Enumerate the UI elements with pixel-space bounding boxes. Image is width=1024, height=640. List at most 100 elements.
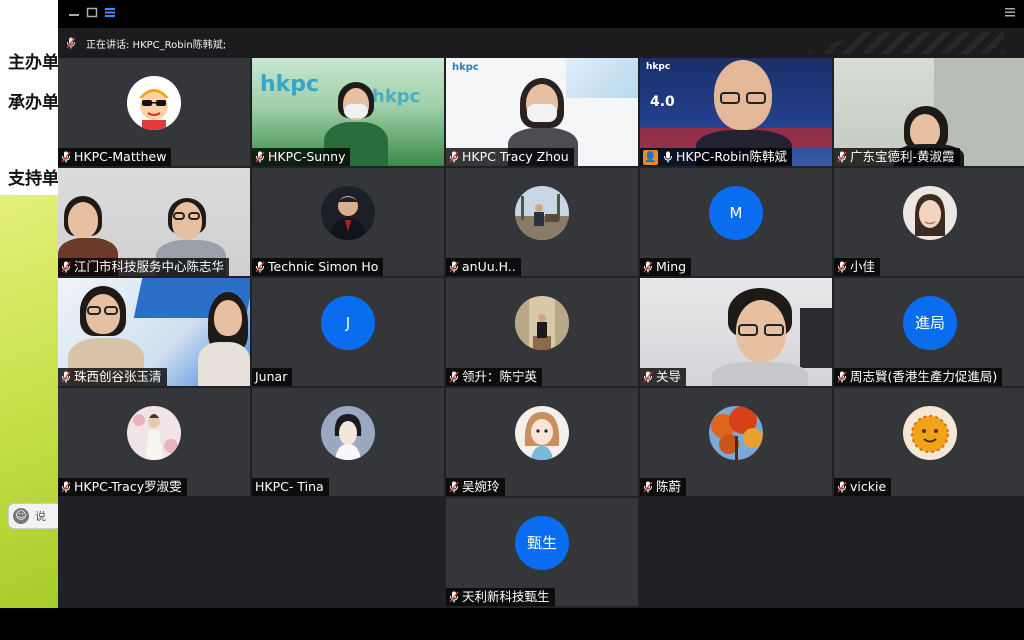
hkpc-logo-text-2: hkpc: [372, 86, 421, 107]
participant-name-tag: anUu.H..: [446, 258, 521, 276]
participant-name-tag: 吴婉玲: [446, 478, 505, 496]
participant-name: 江门市科技服务中心陈志华: [74, 259, 225, 274]
mic-muted-icon: [643, 481, 653, 493]
participant-tile[interactable]: 珠西创谷张玉清: [58, 278, 250, 386]
mic-muted-icon: [449, 371, 459, 383]
participant-tile[interactable]: HKPC- Tina: [252, 388, 444, 496]
participant-name: anUu.H..: [462, 259, 516, 274]
letter-avatar: M: [709, 186, 763, 240]
participant-name: 小佳: [850, 259, 876, 274]
participant-name: vickie: [850, 479, 887, 494]
mic-muted-icon: [449, 591, 459, 603]
participant-name-tag: 小佳: [834, 258, 881, 276]
speaking-mic-icon: [66, 37, 76, 49]
hkpc-logo-text: hkpc: [452, 62, 479, 73]
mic-muted-icon: [61, 371, 71, 383]
layout-icon[interactable]: [102, 6, 118, 22]
participant-tile[interactable]: vickie: [834, 388, 1024, 496]
participant-tile[interactable]: 领升：陈宁英: [446, 278, 638, 386]
mic-muted-icon: [837, 371, 847, 383]
hkpc-logo-text: hkpc: [646, 62, 671, 72]
woman-portrait-avatar: [903, 186, 957, 240]
person-icon: 👤: [643, 149, 658, 165]
industry-text: 4.0: [650, 94, 675, 110]
slide-line-1: 主办单: [8, 53, 59, 73]
participant-name: 陈蔚: [656, 479, 682, 494]
participant-name: HKPC- Tina: [255, 479, 324, 494]
participant-tile[interactable]: 陈蔚: [640, 388, 832, 496]
participant-name: 珠西创谷张玉清: [74, 369, 162, 384]
autumn-tree-avatar: [709, 406, 763, 460]
participant-name: 周志賢(香港生產力促進局): [850, 369, 998, 384]
participant-tile[interactable]: J Junar: [252, 278, 444, 386]
participant-tile[interactable]: 江门市科技服务中心陈志华: [58, 168, 250, 276]
participant-tile[interactable]: hkpc hkpc HKPC-Sunny: [252, 58, 444, 166]
man-suit-avatar: [321, 186, 375, 240]
title-bar: [58, 0, 1024, 28]
mic-muted-icon: [837, 261, 847, 273]
window-icon[interactable]: [84, 6, 100, 22]
participant-name-tag: 周志賢(香港生產力促進局): [834, 368, 1003, 386]
mic-muted-icon: [61, 481, 71, 493]
participant-tile[interactable]: HKPC-Matthew: [58, 58, 250, 166]
speaker-label: 正在讲话: HKPC_Robin陈韩斌;: [86, 39, 227, 51]
menu-icon[interactable]: [1002, 6, 1018, 22]
participant-name: 关导: [656, 369, 682, 384]
mic-muted-icon: [643, 261, 653, 273]
participant-tile[interactable]: 小佳: [834, 168, 1024, 276]
participant-tile[interactable]: 甄生 天利新科技甄生: [446, 498, 638, 606]
participant-grid: HKPC-Matthew hkpc hkpc HKPC-Sunny hkpc H…: [58, 58, 1024, 608]
participant-name-tag: vickie: [834, 478, 892, 496]
participant-name: Ming: [656, 259, 687, 274]
participant-name: HKPC-Tracy罗淑雯: [74, 479, 182, 494]
participant-name-tag: 广东宝德利-黄淑霞: [834, 148, 960, 166]
slide-line-3: 支持单: [8, 169, 59, 189]
participant-name: 吴婉玲: [462, 479, 500, 494]
hallway-photo-avatar: [515, 296, 569, 350]
participant-tile[interactable]: 广东宝德利-黄淑霞: [834, 58, 1024, 166]
participant-tile[interactable]: 吴婉玲: [446, 388, 638, 496]
hkpc-logo-text: hkpc: [260, 72, 320, 97]
outdoor-photo-avatar: [515, 186, 569, 240]
participant-name-tag: 领升：陈宁英: [446, 368, 543, 386]
minimize-icon[interactable]: [66, 6, 82, 22]
participant-name-tag: HKPC-Matthew: [58, 148, 172, 166]
anime-girl-avatar: [515, 406, 569, 460]
mic-active-icon: [663, 151, 673, 163]
letter-avatar: 甄生: [515, 516, 569, 570]
participant-name-tag: Junar: [252, 368, 293, 386]
mic-muted-icon: [255, 261, 265, 273]
participant-tile[interactable]: hkpc 4.0 👤 HKPC-Robin陈韩斌: [640, 58, 832, 166]
participant-name: 领升：陈宁英: [462, 369, 538, 384]
mic-muted-icon: [61, 261, 71, 273]
participant-name-tag: Ming: [640, 258, 692, 276]
participant-name-tag: HKPC- Tina: [252, 478, 329, 496]
woman-illustration-avatar: [321, 406, 375, 460]
participant-name-tag: HKPC-Tracy罗淑雯: [58, 478, 187, 496]
mic-muted-icon: [837, 481, 847, 493]
participant-tile[interactable]: Technic Simon Ho: [252, 168, 444, 276]
participant-tile[interactable]: HKPC-Tracy罗淑雯: [58, 388, 250, 496]
participant-name: 广东宝德利-黄淑霞: [850, 149, 955, 164]
woman-dress-avatar: [127, 406, 181, 460]
participant-name-tag: 天利新科技甄生: [446, 588, 555, 606]
participant-tile[interactable]: anUu.H..: [446, 168, 638, 276]
participant-tile[interactable]: 進局 周志賢(香港生產力促進局): [834, 278, 1024, 386]
participant-name: HKPC Tracy Zhou: [462, 149, 569, 164]
cartoon-sunglasses-avatar: [127, 76, 181, 130]
participant-tile[interactable]: hkpc HKPC Tracy Zhou: [446, 58, 638, 166]
mic-muted-icon: [255, 151, 265, 163]
participant-name: Technic Simon Ho: [268, 259, 379, 274]
participant-name-tag: 关导: [640, 368, 687, 386]
emoji-icon[interactable]: ☺: [13, 508, 29, 524]
chat-placeholder: 说: [35, 510, 46, 523]
participant-tile[interactable]: 关导: [640, 278, 832, 386]
letter-avatar: J: [321, 296, 375, 350]
participant-name: HKPC-Matthew: [74, 149, 167, 164]
decorative-stripes: [804, 32, 1004, 54]
slide-line-2: 承办单: [8, 93, 59, 113]
slide-green-area: [0, 195, 60, 610]
participant-tile[interactable]: M Ming: [640, 168, 832, 276]
participant-name: 天利新科技甄生: [462, 589, 550, 604]
participant-name: Junar: [255, 369, 288, 384]
